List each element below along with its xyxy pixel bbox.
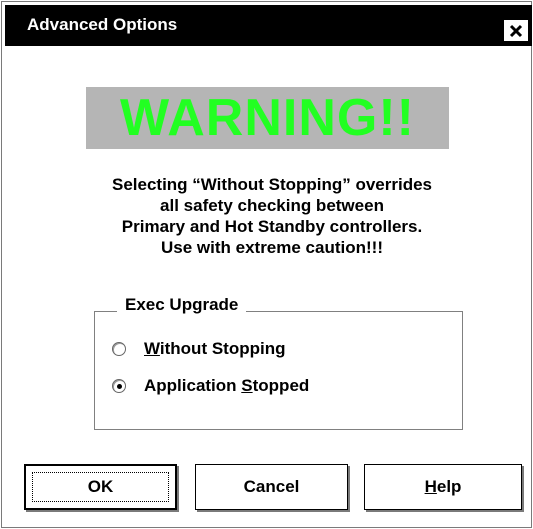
warning-banner: WARNING!! — [86, 87, 449, 149]
close-x-icon — [509, 24, 523, 37]
message-line: all safety checking between — [160, 196, 384, 215]
mnemonic: W — [144, 339, 160, 358]
radio-without-stopping[interactable]: Without Stopping — [112, 337, 285, 361]
label-rest: ithout Stopping — [159, 339, 286, 358]
label-prefix: Application — [144, 376, 242, 395]
cancel-button[interactable]: Cancel — [195, 464, 348, 510]
radio-application-stopped[interactable]: Application Stopped — [112, 374, 309, 398]
message-line: Use with extreme caution!!! — [161, 238, 383, 257]
window-title: Advanced Options — [27, 15, 178, 34]
close-button[interactable] — [503, 19, 529, 42]
message-line: Primary and Hot Standby controllers. — [121, 217, 423, 236]
radio-label-application-stopped: Application Stopped — [144, 376, 309, 396]
label-rest: topped — [252, 376, 310, 395]
title-bar: Advanced Options — [5, 5, 532, 46]
help-button[interactable]: Help — [364, 464, 522, 510]
exec-upgrade-group — [94, 311, 463, 430]
radio-label-without-stopping: Without Stopping — [144, 339, 285, 359]
exec-upgrade-group-title: Exec Upgrade — [117, 294, 247, 316]
mnemonic: S — [241, 376, 253, 395]
label-rest: elp — [436, 477, 462, 496]
warning-text: WARNING!! — [120, 89, 415, 147]
ok-button[interactable]: OK — [24, 464, 177, 510]
help-button-label: Help — [425, 477, 462, 497]
radio-dot — [117, 384, 122, 389]
warning-message: Selecting “Without Stopping” overrides a… — [42, 174, 502, 258]
message-line: Selecting “Without Stopping” overrides — [111, 175, 433, 194]
radio-checked-icon[interactable] — [112, 379, 126, 393]
mnemonic: H — [424, 477, 437, 496]
advanced-options-dialog: Advanced Options WARNING!! Selecting “Wi… — [1, 1, 532, 528]
focus-rectangle — [32, 472, 169, 502]
radio-unchecked-icon[interactable] — [112, 342, 126, 356]
cancel-button-label: Cancel — [243, 477, 300, 496]
